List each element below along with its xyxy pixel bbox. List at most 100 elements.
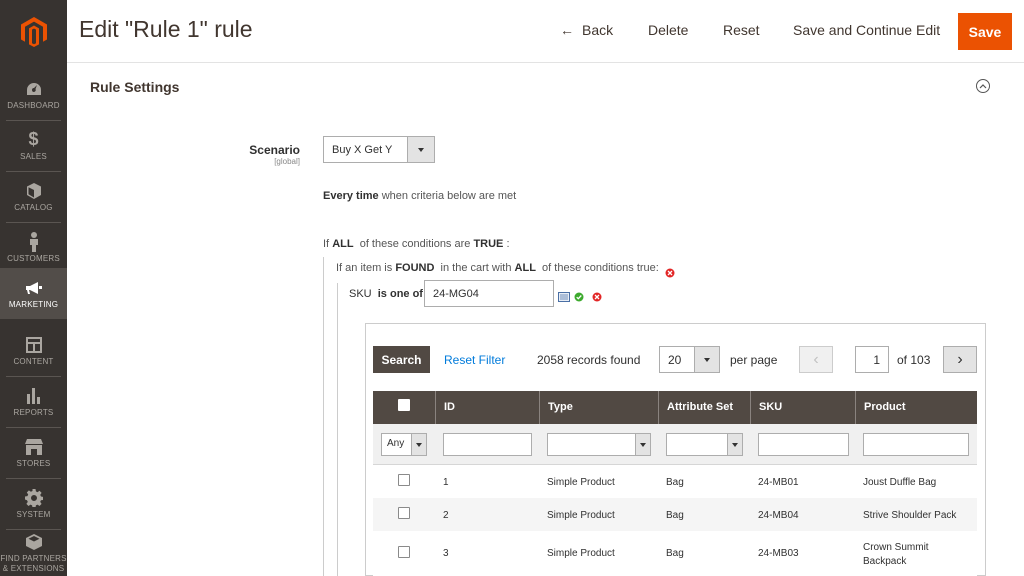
back-button[interactable]: ← Back bbox=[560, 22, 613, 38]
delete-button[interactable]: Delete bbox=[648, 22, 688, 38]
page-number-input[interactable]: 1 bbox=[855, 346, 889, 373]
admin-sidebar: DASHBOARD $ SALES CATALOG CUSTOMERS MARK… bbox=[0, 0, 67, 576]
per-page-value: 20 bbox=[668, 353, 682, 367]
megaphone-icon bbox=[25, 278, 43, 298]
filter-any-value: Any bbox=[387, 438, 405, 449]
cell-sku: 24-MB04 bbox=[758, 510, 799, 521]
product-filter-input[interactable] bbox=[863, 433, 969, 456]
prev-page-button[interactable]: ‹ bbox=[799, 346, 833, 373]
sidebar-item-stores[interactable]: STORES bbox=[0, 427, 67, 478]
sidebar-item-label: CONTENT bbox=[13, 356, 54, 366]
chevron-left-icon: ‹ bbox=[813, 350, 819, 368]
sidebar-item-sales[interactable]: $ SALES bbox=[0, 120, 67, 171]
per-page-select[interactable]: 20 bbox=[659, 346, 720, 373]
dollar-icon: $ bbox=[28, 129, 39, 149]
page-count: of 103 bbox=[897, 353, 931, 367]
sku-condition-label: SKU is one of bbox=[349, 288, 423, 300]
save-continue-button[interactable]: Save and Continue Edit bbox=[793, 22, 940, 38]
condition-tree-line bbox=[323, 257, 324, 576]
column-header-id[interactable]: ID bbox=[435, 391, 539, 424]
sidebar-item-content[interactable]: CONTENT bbox=[0, 325, 67, 376]
extensions-icon bbox=[25, 532, 42, 552]
column-header-sku[interactable]: SKU bbox=[750, 391, 855, 424]
records-found: 2058 records found bbox=[537, 353, 641, 367]
found-aggregator[interactable]: ALL bbox=[515, 262, 536, 274]
next-page-button[interactable]: › bbox=[943, 346, 977, 373]
cell-attribute-set: Bag bbox=[666, 548, 684, 559]
row-checkbox[interactable] bbox=[398, 474, 410, 486]
gear-icon bbox=[24, 488, 43, 508]
cell-product: Strive Shoulder Pack bbox=[863, 510, 957, 521]
chevron-up-icon[interactable] bbox=[976, 79, 990, 93]
sidebar-item-customers[interactable]: CUSTOMERS bbox=[0, 222, 67, 273]
bar-chart-icon bbox=[26, 386, 42, 406]
select-all-checkbox[interactable] bbox=[398, 399, 410, 411]
condition-aggregator[interactable]: ALL bbox=[332, 238, 353, 250]
cell-attribute-set: Bag bbox=[666, 510, 684, 521]
magento-logo[interactable] bbox=[0, 0, 67, 63]
chevron-down-icon bbox=[694, 347, 719, 372]
cell-id: 2 bbox=[443, 510, 449, 521]
sidebar-item-label: CUSTOMERS bbox=[7, 253, 60, 263]
cell-attribute-set: Bag bbox=[666, 477, 684, 488]
sidebar-item-system[interactable]: SYSTEM bbox=[0, 478, 67, 529]
chevron-right-icon: › bbox=[957, 350, 963, 368]
scenario-value: Buy X Get Y bbox=[332, 144, 393, 156]
scenario-select[interactable]: Buy X Get Y bbox=[323, 136, 435, 163]
arrow-left-icon: ← bbox=[560, 22, 574, 38]
column-header-type[interactable]: Type bbox=[539, 391, 658, 424]
found-toggle[interactable]: FOUND bbox=[395, 262, 434, 274]
sku-operator[interactable]: is one of bbox=[378, 288, 423, 300]
table-row[interactable]: 1 Simple Product Bag 24-MB01 Joust Duffl… bbox=[373, 465, 977, 498]
section-title[interactable]: Rule Settings bbox=[90, 79, 179, 95]
sidebar-item-label: CATALOG bbox=[14, 202, 53, 212]
attribute-set-filter-select[interactable] bbox=[666, 433, 743, 456]
page-header: Edit "Rule 1" rule ← Back Delete Reset Sa… bbox=[67, 0, 1024, 63]
found-condition-text: If an item is FOUND in the cart with ALL… bbox=[336, 262, 659, 274]
sidebar-item-label: DASHBOARD bbox=[7, 100, 60, 110]
cell-id: 3 bbox=[443, 548, 449, 559]
sidebar-item-reports[interactable]: REPORTS bbox=[0, 376, 67, 427]
sku-filter-input[interactable] bbox=[758, 433, 849, 456]
sidebar-item-dashboard[interactable]: DASHBOARD bbox=[0, 69, 67, 120]
column-header-product[interactable]: Product bbox=[855, 391, 977, 424]
layout-icon bbox=[25, 335, 42, 355]
scenario-label: Scenario bbox=[249, 143, 300, 157]
grid-header-row: ID Type Attribute Set SKU Product bbox=[373, 391, 977, 424]
table-row[interactable]: 3 Simple Product Bag 24-MB03 Crown Summi… bbox=[373, 531, 977, 576]
in-products-filter[interactable]: Any bbox=[381, 433, 427, 456]
reset-button[interactable]: Reset bbox=[723, 22, 760, 38]
select-all-header bbox=[373, 391, 435, 424]
row-checkbox[interactable] bbox=[398, 507, 410, 519]
table-row[interactable]: 2 Simple Product Bag 24-MB04 Strive Shou… bbox=[373, 498, 977, 531]
sidebar-item-label: SYSTEM bbox=[16, 509, 51, 519]
sidebar-item-find-partners[interactable]: FIND PARTNERS & EXTENSIONS bbox=[0, 529, 67, 576]
chooser-list-icon[interactable] bbox=[558, 289, 570, 302]
remove-condition-icon[interactable] bbox=[665, 265, 675, 278]
condition-subtree-line bbox=[337, 283, 338, 576]
chevron-down-icon bbox=[727, 434, 742, 455]
back-label: Back bbox=[582, 22, 614, 38]
column-header-attribute-set[interactable]: Attribute Set bbox=[658, 391, 750, 424]
cell-sku: 24-MB03 bbox=[758, 548, 799, 559]
apply-check-icon[interactable] bbox=[574, 289, 584, 302]
row-checkbox[interactable] bbox=[398, 546, 410, 558]
save-button[interactable]: Save bbox=[958, 13, 1012, 50]
sidebar-item-label: STORES bbox=[16, 458, 51, 468]
type-filter-select[interactable] bbox=[547, 433, 651, 456]
cell-id: 1 bbox=[443, 477, 449, 488]
condition-all-text: If ALL of these conditions are TRUE : bbox=[323, 238, 510, 250]
person-icon bbox=[29, 231, 39, 252]
sidebar-item-marketing[interactable]: MARKETING bbox=[0, 268, 67, 319]
id-filter-input[interactable] bbox=[443, 433, 532, 456]
sidebar-item-label: FIND PARTNERS & EXTENSIONS bbox=[0, 553, 67, 573]
sidebar-item-label: SALES bbox=[20, 151, 47, 161]
remove-sku-condition-icon[interactable] bbox=[592, 289, 602, 302]
sku-input[interactable]: 24-MG04 bbox=[424, 280, 554, 307]
sidebar-item-label: REPORTS bbox=[13, 407, 54, 417]
sidebar-item-label: MARKETING bbox=[8, 299, 59, 309]
reset-filter-link[interactable]: Reset Filter bbox=[444, 353, 505, 367]
search-button[interactable]: Search bbox=[373, 346, 430, 373]
condition-value[interactable]: TRUE bbox=[473, 238, 503, 250]
sidebar-item-catalog[interactable]: CATALOG bbox=[0, 171, 67, 222]
